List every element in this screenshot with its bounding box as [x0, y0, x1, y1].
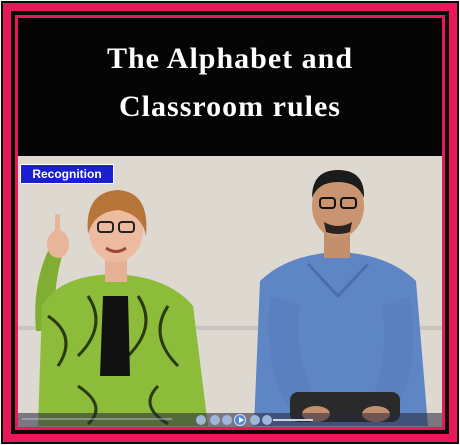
video-scene: [18, 156, 442, 426]
volume-slider[interactable]: [273, 419, 313, 421]
woman-index-finger: [55, 214, 60, 236]
title-line-2: Classroom rules: [119, 90, 341, 123]
seek-bar[interactable]: [22, 418, 172, 420]
previous-icon[interactable]: [210, 415, 220, 425]
frame-pink-border: The Alphabet and Classroom rules Recogni…: [15, 15, 445, 430]
volume-icon[interactable]: [262, 415, 272, 425]
woman-top: [100, 296, 130, 376]
video-frame[interactable]: Recognition: [18, 156, 442, 427]
content-panel: The Alphabet and Classroom rules Recogni…: [18, 18, 442, 427]
rewind-icon[interactable]: [222, 415, 232, 425]
recognition-badge: Recognition: [20, 164, 114, 184]
next-icon[interactable]: [250, 415, 260, 425]
play-icon[interactable]: [234, 414, 246, 426]
title-line-1: The Alphabet and: [106, 42, 354, 75]
outer-frame: The Alphabet and Classroom rules Recogni…: [1, 1, 459, 444]
player-controls: [18, 413, 442, 427]
title-area: The Alphabet and Classroom rules: [18, 18, 442, 156]
stop-icon[interactable]: [196, 415, 206, 425]
frame-black-border: The Alphabet and Classroom rules Recogni…: [11, 11, 449, 434]
